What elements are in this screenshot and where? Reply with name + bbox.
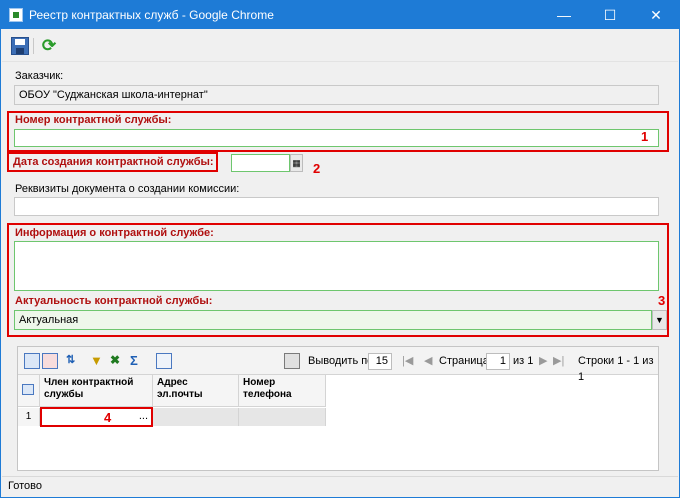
annotation-4: 4 <box>104 410 112 425</box>
actuality-label: Актуальность контрактной службы: <box>15 295 213 307</box>
date-label: Дата создания контрактной службы: <box>13 156 214 168</box>
next-page-icon[interactable]: ▶ <box>539 353 547 369</box>
toolbar: ⟳ <box>2 30 678 62</box>
info-textarea[interactable] <box>14 241 659 291</box>
delete-row-icon[interactable] <box>42 353 58 369</box>
rows-count-label: Строки 1 - 1 из 1 <box>578 355 654 383</box>
email-cell[interactable] <box>153 408 239 426</box>
columns-icon[interactable] <box>156 353 172 369</box>
customer-label: Заказчик: <box>15 70 64 82</box>
calendar-icon[interactable]: ▦ <box>290 154 303 172</box>
requisites-input[interactable] <box>14 197 659 216</box>
excel-icon[interactable]: ✖ <box>110 353 126 369</box>
toolbar-separator <box>33 38 34 54</box>
per-page-label: Выводить по <box>308 355 374 367</box>
actuality-select[interactable]: Актуальная <box>14 310 652 330</box>
highlight-box-4 <box>40 407 153 427</box>
add-row-icon[interactable] <box>24 353 40 369</box>
phone-cell[interactable] <box>239 408 326 426</box>
page-of-label: из 1 <box>513 355 534 367</box>
sum-icon[interactable]: Σ <box>130 353 146 369</box>
status-text: Готово <box>8 480 42 492</box>
last-page-icon[interactable]: ▶| <box>553 353 564 369</box>
maximize-icon[interactable]: ☐ <box>587 1 633 29</box>
number-label: Номер контрактной службы: <box>15 114 172 126</box>
number-input[interactable] <box>14 129 659 147</box>
filter-icon[interactable]: ▼ <box>90 353 106 369</box>
status-bar: Готово <box>2 476 678 497</box>
save-icon[interactable] <box>11 37 29 55</box>
page-label: Страница <box>439 355 489 367</box>
annotation-2: 2 <box>313 161 321 176</box>
date-input[interactable] <box>231 154 290 172</box>
annotation-3: 3 <box>658 293 666 308</box>
chevron-down-icon[interactable]: ▼ <box>652 310 667 330</box>
refresh-icon[interactable]: ⟳ <box>40 37 58 55</box>
requisites-label: Реквизиты документа о создании комиссии: <box>15 183 240 195</box>
close-icon[interactable]: ✕ <box>633 1 679 29</box>
column-header-member[interactable]: Член контрактной службы <box>40 375 153 407</box>
page-input[interactable]: 1 <box>486 353 510 370</box>
info-label: Информация о контрактной службе: <box>15 227 214 239</box>
annotation-1: 1 <box>641 129 649 144</box>
column-header-phone[interactable]: Номер телефона <box>239 375 326 407</box>
sort-icon[interactable]: ⇅ <box>66 353 82 369</box>
first-page-icon[interactable]: |◀ <box>402 353 413 369</box>
per-page-input[interactable]: 15 <box>368 353 392 370</box>
prev-page-icon[interactable]: ◀ <box>424 353 432 369</box>
window-title: Реестр контрактных служб - Google Chrome <box>29 8 274 22</box>
grid-toolbar: ⇅ ▼ ✖ Σ Выводить по 15 |◀ ◀ Страница 1 и… <box>18 347 658 383</box>
title-bar: Реестр контрактных служб - Google Chrome… <box>1 1 679 29</box>
minimize-icon[interactable]: — <box>541 1 587 29</box>
column-header-email[interactable]: Адрес эл.почты <box>153 375 239 407</box>
customer-field: ОБОУ "Суджанская школа-интернат" <box>14 85 659 105</box>
row-number: 1 <box>18 408 40 426</box>
app-icon <box>9 8 23 22</box>
browser-window: Реестр контрактных служб - Google Chrome… <box>0 0 680 498</box>
members-grid: ⇅ ▼ ✖ Σ Выводить по 15 |◀ ◀ Страница 1 и… <box>17 346 659 471</box>
grid-corner-icon[interactable] <box>18 375 40 407</box>
print-icon[interactable] <box>284 353 300 369</box>
